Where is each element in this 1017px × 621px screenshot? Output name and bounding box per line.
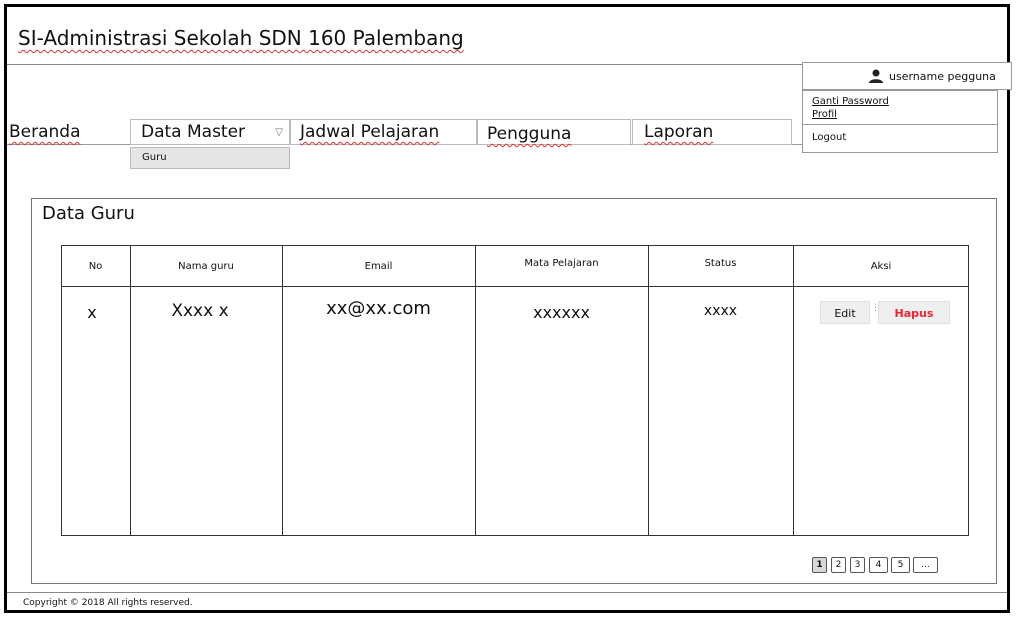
dropdown-arrow-icon: ▽ — [275, 127, 283, 138]
app-title: SI-Administrasi Sekolah SDN 160 Palemban… — [18, 26, 464, 50]
page-button-2[interactable]: 2 — [831, 557, 846, 573]
nav-pengguna-label: Pengguna — [487, 124, 572, 144]
nav-laporan-label: Laporan — [644, 122, 714, 142]
page-button-5[interactable]: 5 — [891, 557, 910, 573]
nav-pengguna[interactable]: Pengguna — [477, 119, 631, 145]
user-dropdown: Ganti Password Profil Logout — [802, 90, 998, 153]
copyright-text: Copyright © 2018 All rights reserved. — [23, 598, 193, 608]
page-button-4[interactable]: 4 — [869, 557, 888, 573]
guru-table — [61, 245, 969, 536]
nav-data-master-label: Data Master — [141, 122, 246, 142]
nav-beranda[interactable]: Beranda — [9, 119, 81, 145]
column-divider — [282, 245, 283, 536]
column-header-mapel: Mata Pelajaran — [524, 258, 599, 269]
column-divider — [475, 245, 476, 536]
page-button-1[interactable]: 1 — [812, 557, 827, 573]
nav-laporan[interactable]: Laporan — [632, 119, 792, 145]
user-menu-button[interactable]: username pegguna — [802, 62, 1012, 90]
cell-no: x — [87, 303, 97, 322]
page-title: Data Guru — [42, 203, 135, 224]
column-header-nama: Nama guru — [178, 261, 234, 272]
page-button-3[interactable]: 3 — [850, 557, 865, 573]
footer-divider — [7, 592, 1007, 593]
nav-beranda-label: Beranda — [9, 122, 81, 142]
header-divider — [61, 286, 969, 287]
nav-jadwal-label: Jadwal Pelajaran — [300, 122, 440, 142]
column-divider — [793, 245, 794, 536]
delete-button[interactable]: Hapus — [878, 301, 950, 324]
column-header-aksi: Aksi — [870, 261, 892, 272]
username-label: username pegguna — [889, 70, 996, 83]
cell-email: xx@xx.com — [326, 298, 431, 319]
column-header-no: No — [88, 261, 103, 272]
edit-button[interactable]: Edit — [820, 301, 870, 324]
menu-divider — [803, 124, 997, 125]
column-divider — [130, 245, 131, 536]
submenu-item-guru[interactable]: Guru — [130, 147, 290, 169]
page-button-more[interactable]: ... — [913, 557, 938, 573]
user-icon — [869, 69, 883, 83]
cell-nama: Xxxx x — [171, 301, 229, 321]
profile-link[interactable]: Profil — [812, 109, 837, 120]
column-header-status: Status — [704, 258, 737, 269]
change-password-link[interactable]: Ganti Password — [812, 96, 889, 107]
cell-status: xxxx — [703, 303, 738, 319]
nav-jadwal-pelajaran[interactable]: Jadwal Pelajaran — [290, 119, 477, 145]
column-divider — [648, 245, 649, 536]
cell-mapel: xxxxxx — [533, 303, 590, 322]
column-header-email: Email — [364, 261, 393, 272]
nav-data-master[interactable]: Data Master ▽ — [130, 119, 290, 145]
logout-link[interactable]: Logout — [812, 132, 846, 143]
